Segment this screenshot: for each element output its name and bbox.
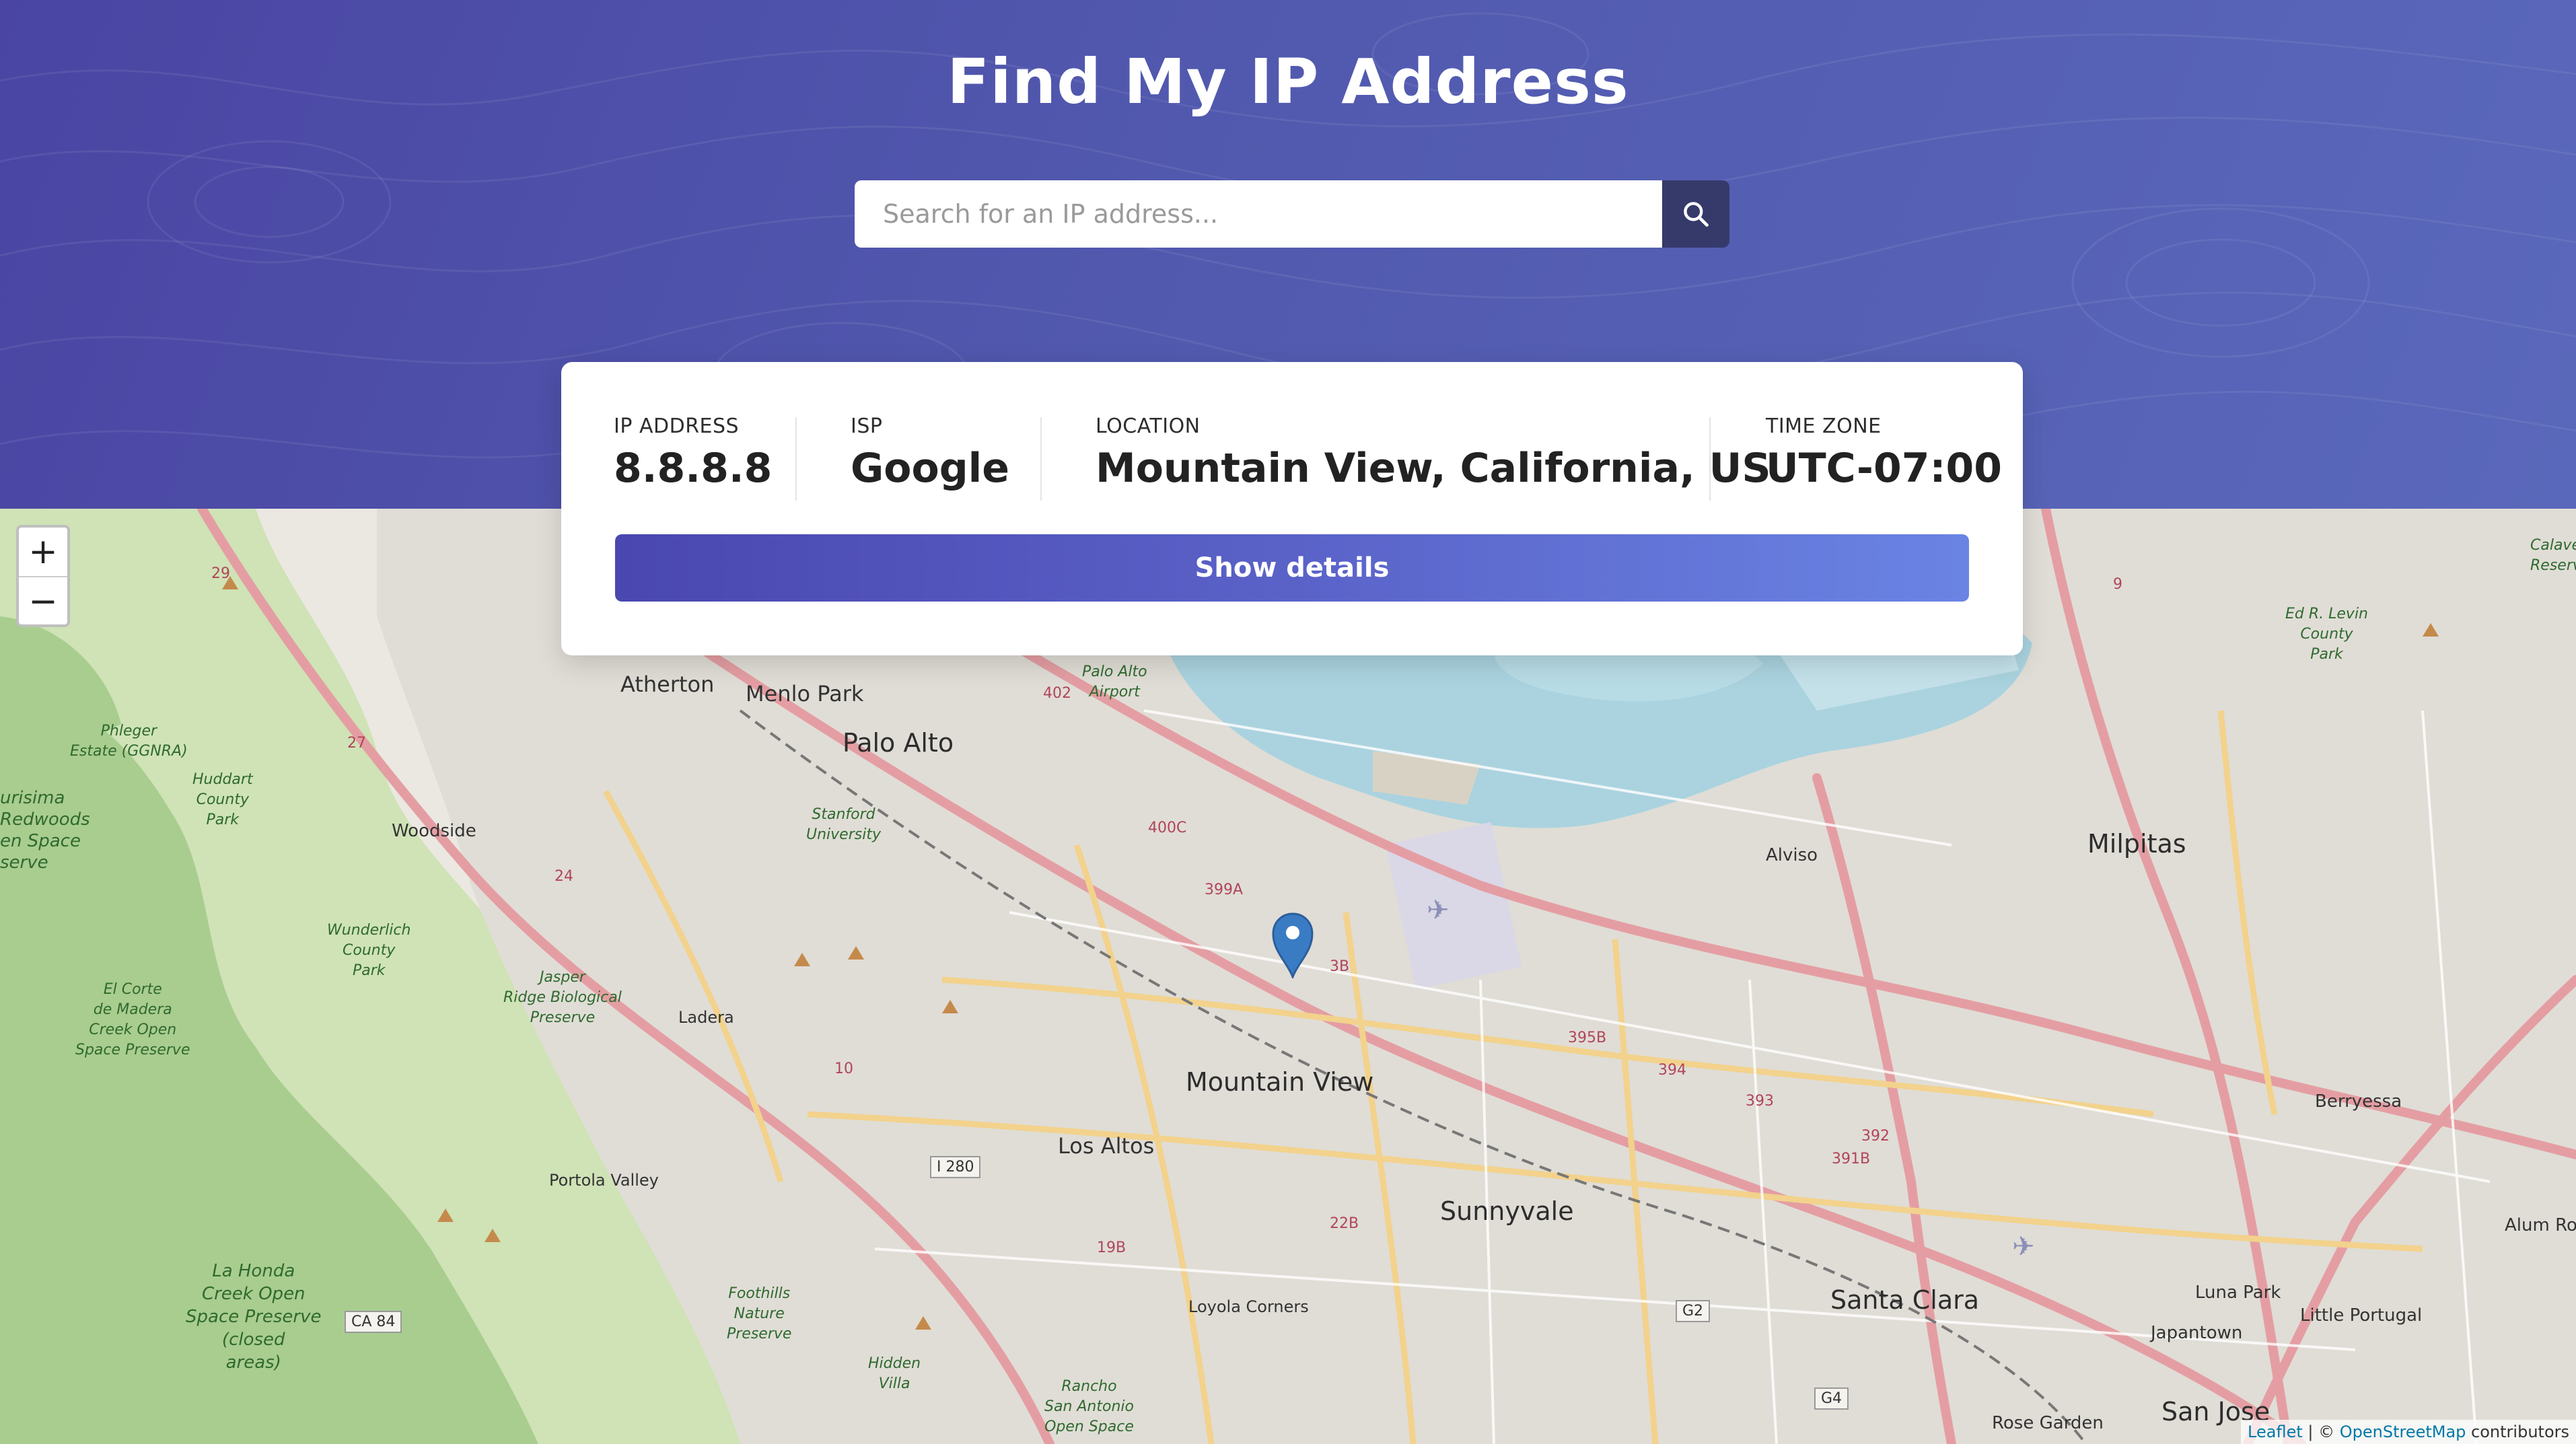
place-label: Little Portugal bbox=[2300, 1305, 2423, 1326]
search-button[interactable] bbox=[1662, 180, 1729, 248]
road-label: 24 bbox=[554, 868, 573, 885]
timezone-label: TIME ZONE bbox=[1766, 414, 1882, 438]
isp-stat: ISP Google bbox=[851, 414, 1009, 492]
search-bar bbox=[855, 180, 1729, 248]
stat-divider bbox=[795, 417, 797, 501]
place-label: Ladera bbox=[678, 1008, 734, 1027]
place-label: Mountain View bbox=[1186, 1067, 1374, 1097]
attribution-separator: | © bbox=[2302, 1422, 2340, 1441]
stat-divider bbox=[1040, 417, 1042, 501]
park-label: Ed R. Levin County Park bbox=[2285, 606, 2368, 663]
map-attribution: Leaflet | © OpenStreetMap contributors bbox=[2241, 1420, 2576, 1444]
svg-text:✈: ✈ bbox=[1427, 895, 1450, 926]
zoom-control: + − bbox=[16, 525, 70, 627]
ip-address-label: IP ADDRESS bbox=[614, 414, 740, 438]
map-pin-icon[interactable] bbox=[1271, 911, 1315, 978]
ip-info-card: IP ADDRESS 8.8.8.8 ISP Google LOCATION M… bbox=[561, 362, 2023, 655]
location-label: LOCATION bbox=[1096, 414, 1201, 438]
place-label: Japantown bbox=[2151, 1323, 2243, 1343]
place-label: Palo Alto bbox=[843, 728, 954, 758]
road-label: 394 bbox=[1658, 1062, 1686, 1079]
road-label: 392 bbox=[1861, 1128, 1890, 1145]
park-label: Phleger Estate (GGNRA) bbox=[70, 723, 188, 760]
place-label: Sunnyvale bbox=[1440, 1196, 1574, 1226]
timezone-value: UTC-07:00 bbox=[1766, 445, 2002, 492]
place-label: Portola Valley bbox=[549, 1171, 659, 1190]
road-label: 395B bbox=[1568, 1030, 1607, 1046]
place-label: Los Altos bbox=[1058, 1133, 1155, 1159]
road-label: 10 bbox=[834, 1060, 853, 1077]
park-label: Foothills Nature Preserve bbox=[727, 1285, 792, 1342]
place-label: Rose Garden bbox=[1992, 1413, 2104, 1433]
road-label: G4 bbox=[1814, 1387, 1849, 1410]
location-value: Mountain View, California, US bbox=[1096, 445, 1771, 492]
road-label: 400C bbox=[1148, 820, 1187, 836]
place-label: Menlo Park bbox=[746, 681, 864, 707]
place-label: Luna Park bbox=[2195, 1283, 2281, 1303]
park-label: Stanford University bbox=[806, 806, 881, 843]
road-label: G2 bbox=[1676, 1300, 1711, 1322]
zoom-in-button[interactable]: + bbox=[19, 528, 67, 577]
road-label: 29 bbox=[211, 565, 230, 582]
road-label: 399A bbox=[1205, 881, 1244, 898]
road-label: 3B bbox=[1330, 958, 1350, 975]
leaflet-link[interactable]: Leaflet bbox=[2248, 1422, 2303, 1441]
place-label: Santa Clara bbox=[1830, 1285, 1980, 1315]
park-label: Rancho San Antonio Open Space bbox=[1044, 1378, 1134, 1435]
timezone-stat: TIME ZONE UTC-07:00 bbox=[1766, 414, 2002, 492]
park-label: Palo Alto Airport bbox=[1082, 663, 1147, 700]
osm-link[interactable]: OpenStreetMap bbox=[2340, 1422, 2466, 1441]
ip-address-value: 8.8.8.8 bbox=[614, 445, 773, 492]
road-label: 22B bbox=[1330, 1215, 1359, 1232]
park-label: La Honda Creek Open Space Preserve (clos… bbox=[186, 1261, 322, 1373]
road-label: 27 bbox=[347, 735, 366, 752]
place-label: Alviso bbox=[1766, 845, 1818, 865]
road-label: CA 84 bbox=[345, 1311, 402, 1333]
stat-divider bbox=[1709, 417, 1711, 501]
road-label: 393 bbox=[1746, 1093, 1774, 1110]
place-label: Milpitas bbox=[2087, 829, 2186, 859]
road-label: 391B bbox=[1832, 1151, 1871, 1167]
road-label: 402 bbox=[1043, 685, 1071, 702]
park-label: El Corte de Madera Creek Open Space Pres… bbox=[75, 981, 190, 1058]
place-label: Alum Rock bbox=[2505, 1215, 2576, 1235]
show-details-button[interactable]: Show details bbox=[615, 534, 1969, 602]
isp-label: ISP bbox=[851, 414, 883, 438]
isp-value: Google bbox=[851, 445, 1009, 492]
road-label: 9 bbox=[2113, 576, 2122, 593]
park-label: Calave Reserv bbox=[2530, 537, 2576, 574]
place-label: Woodside bbox=[392, 821, 476, 841]
page-title: Find My IP Address bbox=[947, 46, 1629, 118]
park-label: Huddart County Park bbox=[192, 771, 253, 828]
zoom-out-button[interactable]: − bbox=[19, 577, 67, 626]
park-label: Hidden Villa bbox=[868, 1355, 921, 1392]
place-label: Loyola Corners bbox=[1188, 1297, 1309, 1316]
road-label: 19B bbox=[1097, 1239, 1126, 1256]
place-label: Berryessa bbox=[2315, 1091, 2402, 1112]
ip-address-stat: IP ADDRESS 8.8.8.8 bbox=[614, 414, 772, 492]
park-label: Wunderlich County Park bbox=[327, 922, 411, 979]
park-label: urisima Redwoods en Space serve bbox=[0, 788, 90, 873]
place-label: Atherton bbox=[620, 672, 715, 697]
road-label: I 280 bbox=[930, 1156, 981, 1178]
svg-text:✈: ✈ bbox=[2012, 1231, 2035, 1262]
park-label: Jasper Ridge Biological Preserve bbox=[503, 969, 622, 1026]
search-icon bbox=[1684, 202, 1709, 227]
location-stat: LOCATION Mountain View, California, US bbox=[1096, 414, 1771, 492]
ip-search-input[interactable] bbox=[855, 180, 1662, 248]
attribution-suffix: contributors bbox=[2466, 1422, 2569, 1441]
